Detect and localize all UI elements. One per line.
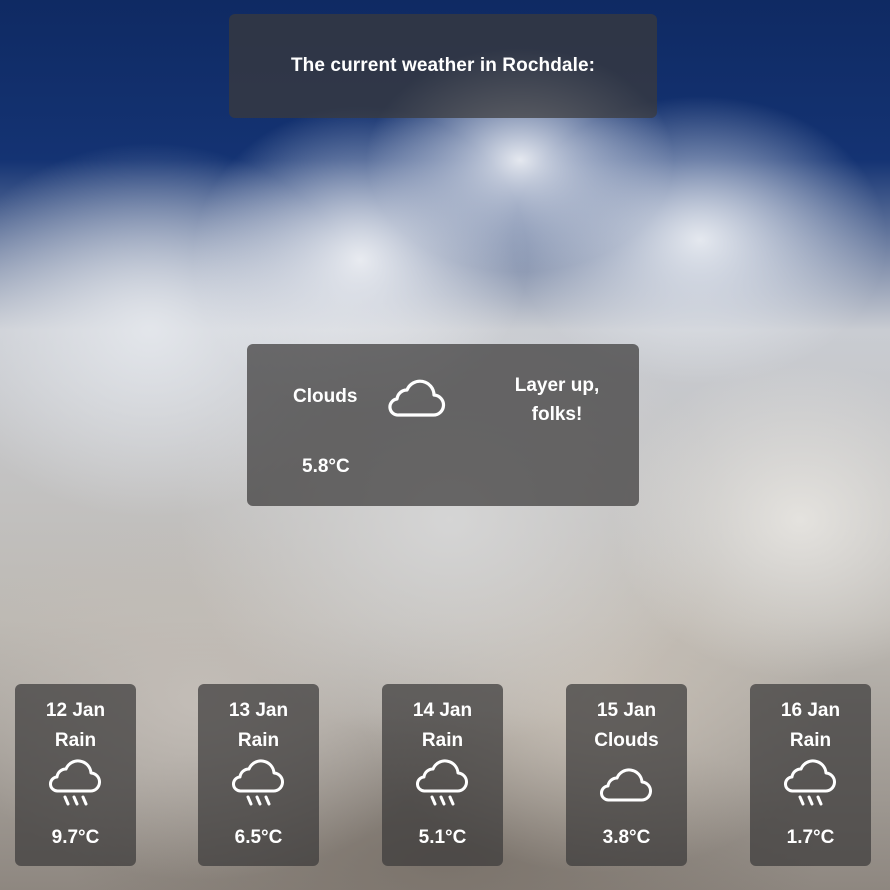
forecast-date: 16 Jan xyxy=(780,700,841,721)
current-temperature: 5.8°C xyxy=(302,456,350,477)
forecast-date: 15 Jan xyxy=(596,700,657,721)
location-header: The current weather in Rochdale: xyxy=(229,14,657,118)
page-title: The current weather in Rochdale: xyxy=(290,55,596,76)
forecast-condition: Rain xyxy=(789,730,832,751)
forecast-card-day-1: 12 Jan Rain 9.7°C xyxy=(15,684,136,866)
cloud-icon xyxy=(385,374,447,422)
current-condition: Clouds xyxy=(293,386,358,407)
forecast-condition: Clouds xyxy=(594,730,659,751)
rain-icon xyxy=(414,758,470,814)
forecast-temperature: 3.8°C xyxy=(602,827,651,848)
forecast-card-day-5: 16 Jan Rain 1.7°C xyxy=(750,684,871,866)
cloud-icon xyxy=(598,758,654,814)
advice-line-1: Layer up, xyxy=(514,375,600,396)
current-weather-card: Clouds Layer up, folks! 5.8°C xyxy=(247,344,639,506)
forecast-card-day-4: 15 Jan Clouds 3.8°C xyxy=(566,684,687,866)
forecast-temperature: 6.5°C xyxy=(234,827,283,848)
forecast-condition: Rain xyxy=(237,730,280,751)
forecast-temperature: 5.1°C xyxy=(418,827,467,848)
forecast-condition: Rain xyxy=(421,730,464,751)
forecast-card-day-2: 13 Jan Rain 6.5°C xyxy=(198,684,319,866)
forecast-date: 14 Jan xyxy=(412,700,473,721)
forecast-temperature: 9.7°C xyxy=(51,827,100,848)
advice-line-2: folks! xyxy=(531,404,583,425)
rain-icon xyxy=(47,758,103,814)
forecast-card-day-3: 14 Jan Rain 5.1°C xyxy=(382,684,503,866)
rain-icon xyxy=(230,758,286,814)
forecast-date: 12 Jan xyxy=(45,700,106,721)
advice-text: Layer up, folks! xyxy=(497,371,617,429)
forecast-date: 13 Jan xyxy=(228,700,289,721)
rain-icon xyxy=(782,758,838,814)
forecast-temperature: 1.7°C xyxy=(786,827,835,848)
forecast-condition: Rain xyxy=(54,730,97,751)
